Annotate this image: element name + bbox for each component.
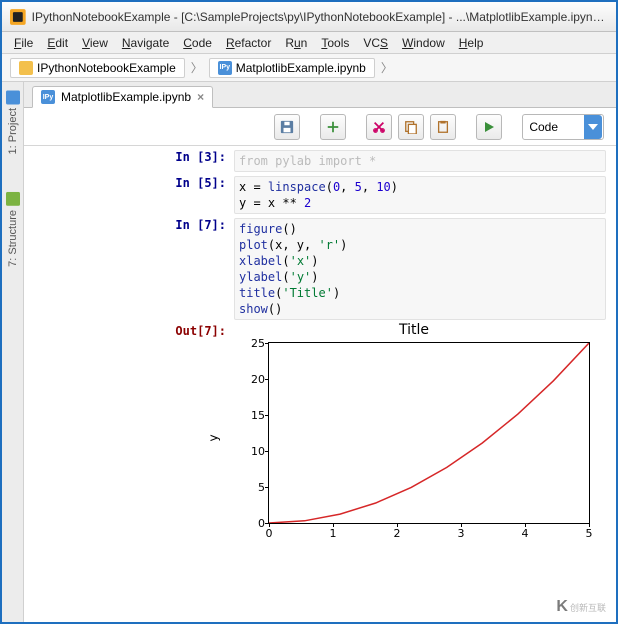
prompt-in-7: In [7]: (24, 218, 234, 320)
paste-button[interactable] (430, 114, 456, 140)
menu-view[interactable]: View (76, 34, 114, 52)
menu-bar: File Edit View Navigate Code Refactor Ru… (2, 32, 616, 54)
prompt-in-3: In [3]: (24, 150, 234, 172)
watermark: K创新互联 (556, 598, 606, 616)
cell-in-7[interactable]: In [7]: figure() plot(x, y, 'r') xlabel(… (24, 218, 606, 320)
sidebar-structure-tab[interactable]: 7: Structure (5, 188, 21, 271)
chevron-down-icon (584, 115, 602, 139)
sidebar-structure-label: 7: Structure (7, 210, 19, 267)
breadcrumb-project-label: IPythonNotebookExample (37, 61, 176, 75)
copy-button[interactable] (398, 114, 424, 140)
chart-line (269, 343, 589, 523)
chart-title: Title (234, 322, 594, 338)
cut-button[interactable] (366, 114, 392, 140)
cell-type-select[interactable]: Code (522, 114, 604, 140)
cell-in-5[interactable]: In [5]: x = linspace(0, 5, 10) y = x ** … (24, 176, 606, 214)
code-in-7[interactable]: figure() plot(x, y, 'r') xlabel('x') yla… (234, 218, 606, 320)
breadcrumb: IPythonNotebookExample 〉 IPy MatplotlibE… (2, 54, 616, 82)
prompt-out-7: Out[7]: (24, 324, 234, 548)
menu-code[interactable]: Code (177, 34, 218, 52)
play-icon (483, 121, 495, 133)
chart: Title y 0510152025012345 (234, 328, 594, 548)
ipynb-icon: IPy (41, 90, 55, 104)
menu-navigate[interactable]: Navigate (116, 34, 175, 52)
scissors-icon (372, 120, 386, 134)
menu-vcs[interactable]: VCS (357, 34, 394, 52)
chart-ylabel: y (207, 434, 221, 441)
editor-tab-label: MatplotlibExample.ipynb (61, 90, 191, 104)
cell-out-7: Out[7]: Title y 0510152025012345 (24, 324, 606, 548)
structure-icon (6, 192, 20, 206)
add-cell-button[interactable] (320, 114, 346, 140)
plus-icon (326, 120, 340, 134)
sidebar-project-tab[interactable]: 1: Project (5, 86, 21, 158)
folder-icon (19, 61, 33, 75)
ipynb-icon: IPy (218, 61, 232, 75)
paste-icon (436, 120, 450, 134)
window-title: IPythonNotebookExample - [C:\SampleProje… (32, 10, 608, 24)
menu-window[interactable]: Window (396, 34, 451, 52)
chevron-right-icon: 〉 (379, 59, 395, 76)
editor-tab-active[interactable]: IPy MatplotlibExample.ipynb × (32, 86, 213, 108)
cell-type-label: Code (529, 120, 558, 134)
menu-file[interactable]: File (8, 34, 39, 52)
menu-edit[interactable]: Edit (41, 34, 74, 52)
project-icon (6, 90, 20, 104)
code-in-5[interactable]: x = linspace(0, 5, 10) y = x ** 2 (234, 176, 606, 214)
notebook-area: In [3]: from pylab import * In [5]: x = … (24, 146, 616, 622)
close-icon[interactable]: × (197, 90, 204, 104)
menu-run[interactable]: Run (279, 34, 313, 52)
breadcrumb-file-label: MatplotlibExample.ipynb (236, 61, 366, 75)
title-bar: IPythonNotebookExample - [C:\SampleProje… (2, 2, 616, 32)
chevron-right-icon: 〉 (189, 59, 205, 76)
chart-axes: 0510152025012345 (268, 342, 590, 524)
code-in-3[interactable]: from pylab import * (234, 150, 606, 172)
save-icon (280, 120, 294, 134)
menu-refactor[interactable]: Refactor (220, 34, 277, 52)
breadcrumb-project[interactable]: IPythonNotebookExample (10, 58, 185, 78)
editor-tabs: IPy MatplotlibExample.ipynb × (24, 82, 616, 108)
menu-help[interactable]: Help (453, 34, 490, 52)
sidebar-project-label: 1: Project (7, 108, 19, 154)
menu-tools[interactable]: Tools (315, 34, 355, 52)
copy-icon (404, 120, 418, 134)
output-out-7: Title y 0510152025012345 (234, 324, 606, 548)
run-button[interactable] (476, 114, 502, 140)
save-button[interactable] (274, 114, 300, 140)
notebook-toolbar: Code (24, 108, 616, 146)
app-icon (10, 9, 26, 25)
breadcrumb-file[interactable]: IPy MatplotlibExample.ipynb (209, 58, 375, 78)
tool-sidebar: 1: Project 7: Structure (2, 82, 24, 622)
cell-in-3[interactable]: In [3]: from pylab import * (24, 150, 606, 172)
prompt-in-5: In [5]: (24, 176, 234, 214)
